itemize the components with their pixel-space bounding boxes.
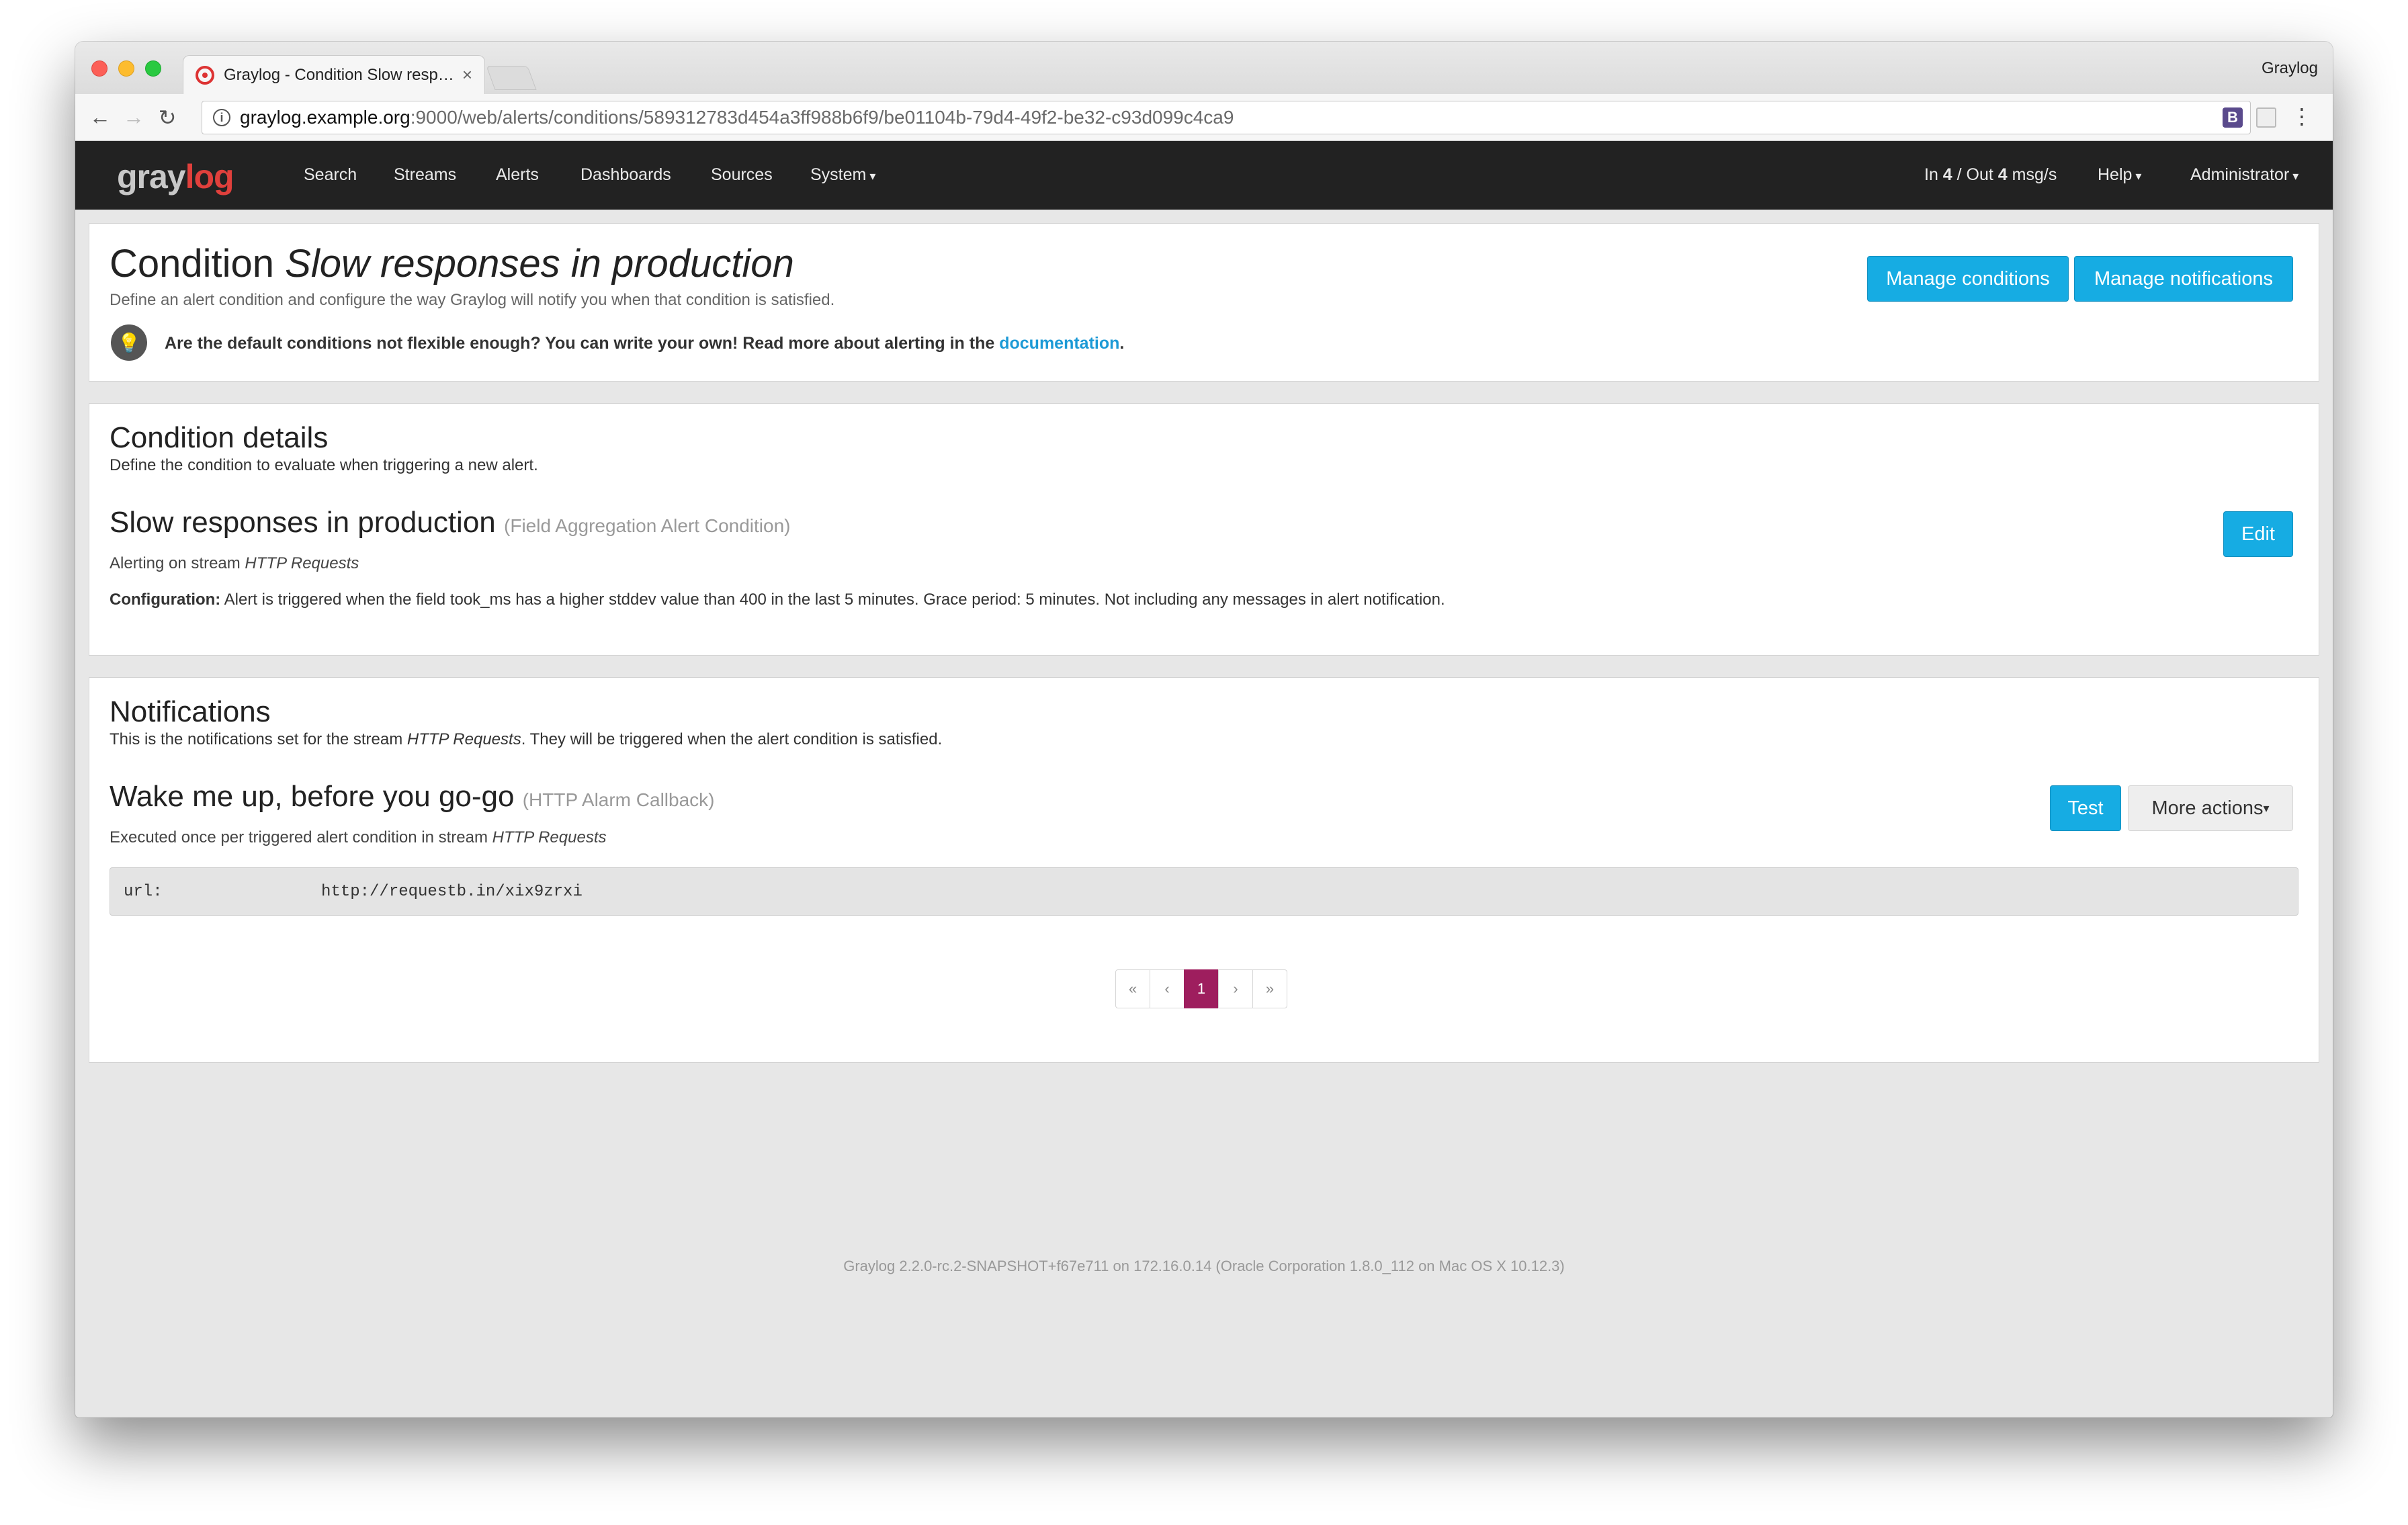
documentation-link[interactable]: documentation <box>999 334 1119 353</box>
notifications-panel: Notifications This is the notifications … <box>89 677 2319 1063</box>
nav-sources[interactable]: Sources <box>711 165 773 185</box>
back-arrow-icon[interactable]: ← <box>83 105 117 130</box>
lightbulb-icon: 💡 <box>111 324 147 361</box>
minimize-window-button[interactable] <box>118 60 134 77</box>
info-icon[interactable]: i <box>213 109 230 126</box>
throughput-indicator: In 4 / Out 4 msg/s <box>1924 165 2057 184</box>
footer-version: Graylog 2.2.0-rc.2-SNAPSHOT+f67e711 on 1… <box>843 1258 1565 1274</box>
nav-streams[interactable]: Streams <box>394 165 456 185</box>
page-description: Define an alert condition and configure … <box>110 291 835 309</box>
manage-conditions-button[interactable]: Manage conditions <box>1867 256 2069 302</box>
reload-icon[interactable]: ↻ <box>150 105 184 130</box>
pagination-next[interactable]: › <box>1218 969 1253 1008</box>
nav-dashboards[interactable]: Dashboards <box>580 165 671 185</box>
tab-title: Graylog - Condition Slow resp… <box>224 65 454 84</box>
section-title-notifications: Notifications <box>110 695 271 728</box>
address-bar[interactable]: i graylog.example.org :9000/web/alerts/c… <box>202 101 2251 134</box>
tip-text: Are the default conditions not flexible … <box>165 334 1125 353</box>
maximize-window-button[interactable] <box>145 60 161 77</box>
pagination-current-page[interactable]: 1 <box>1184 969 1219 1008</box>
browser-toolbar: ← → ↻ i graylog.example.org :9000/web/al… <box>75 94 2333 141</box>
page-title: Condition Slow responses in production <box>110 242 794 286</box>
nav-help-dropdown[interactable]: Help <box>2098 165 2141 185</box>
forward-arrow-icon[interactable]: → <box>117 105 150 130</box>
pagination-prev[interactable]: ‹ <box>1150 969 1185 1008</box>
config-key: url: <box>124 883 163 901</box>
condition-details-panel: Condition details Define the condition t… <box>89 403 2319 656</box>
section-description: Define the condition to evaluate when tr… <box>110 456 538 474</box>
header-panel: Condition Slow responses in production D… <box>89 223 2319 382</box>
nav-alerts[interactable]: Alerts <box>496 165 539 185</box>
condition-title: Slow responses in production (Field Aggr… <box>110 506 791 539</box>
edit-button[interactable]: Edit <box>2223 511 2293 557</box>
config-value: http://requestb.in/xix9zrxi <box>321 883 583 901</box>
pagination-last[interactable]: » <box>1252 969 1287 1008</box>
more-actions-dropdown[interactable]: More actions <box>2128 785 2293 831</box>
nav-search[interactable]: Search <box>304 165 357 185</box>
test-button[interactable]: Test <box>2050 785 2121 831</box>
graylog-logo[interactable]: graylog <box>117 157 234 196</box>
manage-notifications-button[interactable]: Manage notifications <box>2074 256 2293 302</box>
condition-configuration: Configuration: Alert is triggered when t… <box>110 591 1445 609</box>
notifications-description: This is the notifications set for the st… <box>110 730 943 748</box>
browser-tab[interactable]: Graylog - Condition Slow resp… × <box>183 55 485 94</box>
nav-user-dropdown[interactable]: Administrator <box>2190 165 2298 185</box>
extension-icon[interactable] <box>2256 107 2276 128</box>
window-owner-label: Graylog <box>2261 59 2318 77</box>
browser-window: Graylog - Condition Slow resp… × Graylog… <box>75 42 2333 1418</box>
condition-stream: Alerting on stream HTTP Requests <box>110 554 359 572</box>
url-host: graylog.example.org <box>240 107 411 128</box>
section-title-condition-details: Condition details <box>110 421 329 454</box>
graylog-navbar: graylog Search Streams Alerts Dashboards… <box>75 141 2333 210</box>
pagination: « ‹ 1 › » <box>1115 969 1287 1008</box>
tab-close-icon[interactable]: × <box>462 64 472 85</box>
pagination-first[interactable]: « <box>1115 969 1150 1008</box>
browser-menu-icon[interactable]: ⋮ <box>2291 103 2313 129</box>
nav-system-dropdown[interactable]: System <box>810 165 875 185</box>
notification-title: Wake me up, before you go-go (HTTP Alarm… <box>110 780 715 813</box>
notification-config-box: url: http://requestb.in/xix9zrxi <box>110 867 2298 916</box>
condition-type: (Field Aggregation Alert Condition) <box>504 515 791 536</box>
notification-type: (HTTP Alarm Callback) <box>522 789 715 810</box>
url-path: :9000/web/alerts/conditions/589312783d45… <box>410 107 1234 128</box>
close-window-button[interactable] <box>91 60 108 77</box>
graylog-favicon-icon <box>196 65 214 85</box>
new-tab-button[interactable] <box>486 66 537 90</box>
notification-execution: Executed once per triggered alert condit… <box>110 828 607 846</box>
bootstrap-extension-icon[interactable]: B <box>2223 107 2243 128</box>
title-bar: Graylog - Condition Slow resp… × Graylog <box>75 42 2333 94</box>
